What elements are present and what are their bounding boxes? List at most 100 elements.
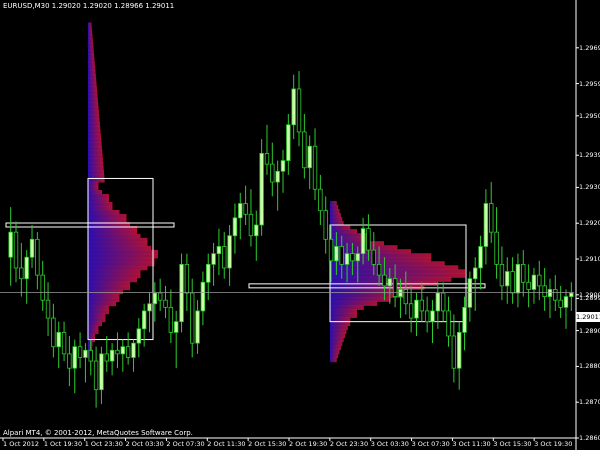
volume-profile-bar [330, 229, 357, 234]
volume-profile-bar [330, 329, 347, 335]
bear-candle [35, 238, 40, 276]
volume-profile-bar [330, 225, 351, 230]
bull-candle [56, 331, 61, 348]
bull-candle [280, 160, 286, 172]
volume-profile-bar [88, 70, 96, 75]
bull-candle [360, 228, 366, 255]
price-axis-label: 1.29205 [579, 219, 600, 228]
bull-candle [259, 153, 264, 226]
volume-profile-bar [88, 305, 109, 311]
volume-profile-bar [88, 146, 102, 151]
bear-candle [424, 310, 430, 323]
volume-profile-bar [330, 297, 391, 302]
volume-profile-bar [88, 245, 151, 251]
volume-profile-bar [88, 62, 95, 67]
volume-profile-bar [330, 205, 339, 210]
volume-profile-bar [88, 341, 93, 347]
chart-window[interactable]: EURUSD,M30 1.29020 1.29020 1.28966 1.290… [0, 0, 600, 450]
volume-profile-bar [88, 134, 101, 139]
volume-profile-bar [88, 201, 113, 207]
volume-profile-bar [88, 285, 130, 291]
volume-profile-bar [88, 193, 109, 199]
bear-candle [392, 278, 398, 297]
bear-candle [40, 274, 45, 301]
bull-candle [531, 274, 537, 290]
bull-candle [483, 203, 489, 247]
bull-candle [200, 281, 206, 312]
bear-candle [494, 231, 499, 265]
bear-candle [451, 335, 457, 369]
volume-profile-bar [88, 317, 106, 323]
volume-profile-bar [88, 170, 104, 175]
bull-candle [83, 349, 88, 358]
time-axis-label: 3 Oct 11:30 [452, 440, 491, 448]
bull-candle [515, 263, 521, 294]
bull-candle [152, 292, 158, 305]
bull-candle [147, 303, 152, 312]
volume-profile-bar [88, 58, 95, 63]
bear-candle [537, 274, 542, 287]
chart-canvas[interactable] [0, 0, 600, 450]
price-axis-label: 1.29505 [579, 111, 600, 120]
bear-candle [190, 292, 195, 344]
volume-profile-bar [88, 106, 99, 111]
time-axis-label: 2 Oct 11:30 [207, 440, 246, 448]
volume-profile-bar [88, 78, 97, 83]
bull-candle [414, 299, 419, 319]
bear-candle [163, 299, 168, 308]
volume-profile-bar [88, 30, 93, 35]
bear-candle [521, 263, 526, 283]
volume-profile-bar [88, 186, 99, 191]
bull-candle [435, 292, 441, 312]
bear-candle [323, 210, 328, 240]
time-axis-label: 2 Oct 07:30 [166, 440, 205, 448]
bear-candle [382, 274, 387, 287]
bull-candle [473, 267, 478, 280]
bull-candle [563, 296, 569, 308]
volume-profile-bar [88, 309, 109, 315]
volume-profile-bar [88, 293, 120, 299]
bear-candle [376, 263, 382, 276]
volume-profile-bar [330, 269, 465, 274]
time-axis-label: 2 Oct 15:30 [248, 440, 287, 448]
volume-profile-bar [88, 126, 101, 131]
price-axis-label: 1.28905 [579, 326, 600, 335]
volume-profile-bar [88, 26, 92, 31]
bear-candle [510, 271, 515, 294]
volume-profile-bar [88, 46, 94, 51]
volume-profile-bar [88, 261, 155, 267]
volume-profile-bar [88, 38, 93, 43]
volume-profile-bar [88, 209, 120, 215]
time-axis-label: 1 Oct 23:30 [84, 440, 123, 448]
price-axis-label: 1.29695 [579, 43, 600, 52]
volume-profile-bar [330, 273, 465, 278]
volume-profile-bar [88, 74, 96, 79]
volume-profile-bar [88, 50, 94, 55]
price-axis-label: 1.28705 [579, 398, 600, 407]
bear-candle [168, 306, 174, 333]
bear-candle [243, 203, 248, 215]
volume-profile-bar [330, 201, 337, 206]
bear-candle [248, 213, 254, 237]
bear-candle [184, 263, 190, 294]
volume-profile-bar [88, 273, 141, 279]
price-axis-label: 1.29395 [579, 151, 600, 160]
bull-candle [216, 246, 222, 255]
bear-candle [296, 88, 302, 133]
bear-candle [115, 349, 120, 355]
volume-profile-bar [88, 333, 95, 339]
bear-candle [446, 310, 451, 337]
bull-candle [29, 238, 35, 258]
volume-profile-bar [330, 325, 348, 331]
bear-candle [77, 346, 83, 358]
volume-profile-bar [88, 257, 155, 263]
volume-profile-bar [88, 150, 103, 155]
volume-profile-bar [88, 54, 95, 59]
volume-profile-bar [88, 158, 103, 163]
bear-candle [542, 285, 547, 297]
bear-candle [270, 163, 275, 183]
bear-candle [61, 331, 67, 355]
bear-candle [222, 246, 227, 269]
volume-profile-bar [88, 66, 96, 71]
bull-candle [334, 246, 339, 262]
